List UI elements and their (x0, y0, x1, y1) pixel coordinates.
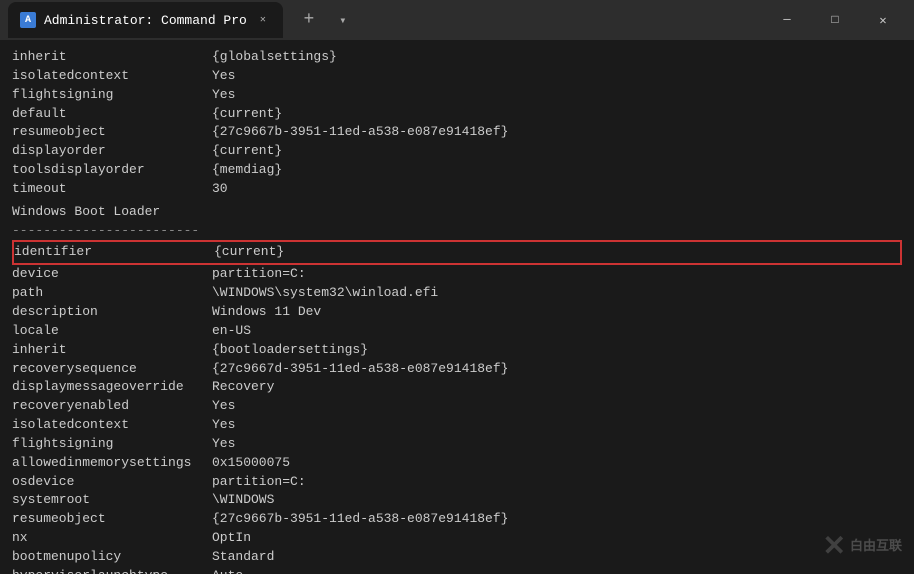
terminal-lines-bottom: devicepartition=C:path\WINDOWS\system32\… (12, 265, 902, 574)
line-key: bootmenupolicy (12, 548, 212, 567)
line-value: Yes (212, 435, 235, 454)
section-header: Windows Boot Loader (12, 203, 902, 222)
line-value: Auto (212, 567, 243, 574)
line-key: osdevice (12, 473, 212, 492)
line-value: \WINDOWS (212, 491, 274, 510)
tab-dropdown-button[interactable]: ▾ (331, 8, 355, 32)
line-key: hypervisorlaunchtype (12, 567, 212, 574)
line-value: OptIn (212, 529, 251, 548)
terminal-line: descriptionWindows 11 Dev (12, 303, 902, 322)
new-tab-button[interactable]: + (295, 6, 323, 34)
highlighted-identifier-row: identifier {current} (12, 240, 902, 265)
maximize-button[interactable]: □ (812, 4, 858, 36)
minimize-button[interactable]: ─ (764, 4, 810, 36)
line-key: toolsdisplayorder (12, 161, 212, 180)
watermark-symbol: ✕ (823, 529, 846, 562)
line-value: 0x15000075 (212, 454, 290, 473)
terminal-line: hypervisorlaunchtypeAuto (12, 567, 902, 574)
terminal-line: bootmenupolicyStandard (12, 548, 902, 567)
line-value: {memdiag} (212, 161, 282, 180)
line-key: resumeobject (12, 510, 212, 529)
tab-close-button[interactable]: ✕ (255, 12, 271, 28)
line-value: {27c9667b-3951-11ed-a538-e087e91418ef} (212, 123, 508, 142)
line-value: {globalsettings} (212, 48, 337, 67)
line-key: default (12, 105, 212, 124)
watermark: ✕ 白由互联 (823, 529, 902, 562)
terminal-line: osdevicepartition=C: (12, 473, 902, 492)
terminal-line: flightsigningYes (12, 86, 902, 105)
line-value: en-US (212, 322, 251, 341)
line-value: Yes (212, 67, 235, 86)
line-key: isolatedcontext (12, 67, 212, 86)
titlebar: A Administrator: Command Pro ✕ + ▾ ─ □ ✕ (0, 0, 914, 40)
line-key: timeout (12, 180, 212, 199)
watermark-text: 白由互联 (850, 538, 902, 554)
terminal-line: nxOptIn (12, 529, 902, 548)
line-key: path (12, 284, 212, 303)
line-key: inherit (12, 341, 212, 360)
line-key: systemroot (12, 491, 212, 510)
tab-group: A Administrator: Command Pro ✕ (8, 0, 283, 40)
line-key: description (12, 303, 212, 322)
line-value: Yes (212, 416, 235, 435)
terminal-line: systemroot\WINDOWS (12, 491, 902, 510)
line-key: displaymessageoverride (12, 378, 212, 397)
line-value: Recovery (212, 378, 274, 397)
terminal-line: resumeobject{27c9667b-3951-11ed-a538-e08… (12, 510, 902, 529)
terminal-line: recoverysequence{27c9667d-3951-11ed-a538… (12, 360, 902, 379)
separator: ------------------------ (12, 222, 902, 241)
tab-icon: A (20, 12, 36, 28)
line-key: flightsigning (12, 86, 212, 105)
line-key: locale (12, 322, 212, 341)
line-key: nx (12, 529, 212, 548)
terminal-content: inherit{globalsettings}isolatedcontextYe… (0, 40, 914, 574)
line-key: device (12, 265, 212, 284)
terminal-line: devicepartition=C: (12, 265, 902, 284)
line-value: Windows 11 Dev (212, 303, 321, 322)
line-value: {bootloadersettings} (212, 341, 368, 360)
line-key: inherit (12, 48, 212, 67)
close-button[interactable]: ✕ (860, 4, 906, 36)
line-value: {current} (212, 105, 282, 124)
line-value: Yes (212, 397, 235, 416)
line-key: resumeobject (12, 123, 212, 142)
line-value: Standard (212, 548, 274, 567)
terminal-line: allowedinmemorysettings0x15000075 (12, 454, 902, 473)
line-value: {current} (212, 142, 282, 161)
terminal-line: displayorder{current} (12, 142, 902, 161)
terminal-line: path\WINDOWS\system32\winload.efi (12, 284, 902, 303)
terminal-line: flightsigningYes (12, 435, 902, 454)
line-key: displayorder (12, 142, 212, 161)
line-key: allowedinmemorysettings (12, 454, 212, 473)
terminal-line: localeen-US (12, 322, 902, 341)
tab-label: Administrator: Command Pro (44, 13, 247, 28)
line-key: recoveryenabled (12, 397, 212, 416)
terminal-line: displaymessageoverrideRecovery (12, 378, 902, 397)
terminal-lines-top: inherit{globalsettings}isolatedcontextYe… (12, 48, 902, 199)
terminal-line: inherit{globalsettings} (12, 48, 902, 67)
line-value: {27c9667d-3951-11ed-a538-e087e91418ef} (212, 360, 508, 379)
line-value: Yes (212, 86, 235, 105)
terminal-line: toolsdisplayorder{memdiag} (12, 161, 902, 180)
identifier-value: {current} (214, 243, 284, 262)
active-tab[interactable]: A Administrator: Command Pro ✕ (8, 2, 283, 38)
terminal-line: timeout30 (12, 180, 902, 199)
terminal-line: isolatedcontextYes (12, 67, 902, 86)
terminal-line: default{current} (12, 105, 902, 124)
line-value: 30 (212, 180, 228, 199)
line-key: flightsigning (12, 435, 212, 454)
terminal-line: isolatedcontextYes (12, 416, 902, 435)
titlebar-left: A Administrator: Command Pro ✕ + ▾ (8, 0, 764, 40)
line-value: partition=C: (212, 265, 306, 284)
terminal-line: recoveryenabledYes (12, 397, 902, 416)
identifier-key: identifier (14, 243, 214, 262)
window-controls: ─ □ ✕ (764, 4, 906, 36)
line-value: \WINDOWS\system32\winload.efi (212, 284, 438, 303)
line-value: {27c9667b-3951-11ed-a538-e087e91418ef} (212, 510, 508, 529)
line-key: recoverysequence (12, 360, 212, 379)
line-key: isolatedcontext (12, 416, 212, 435)
terminal-line: inherit{bootloadersettings} (12, 341, 902, 360)
terminal-line: resumeobject{27c9667b-3951-11ed-a538-e08… (12, 123, 902, 142)
line-value: partition=C: (212, 473, 306, 492)
